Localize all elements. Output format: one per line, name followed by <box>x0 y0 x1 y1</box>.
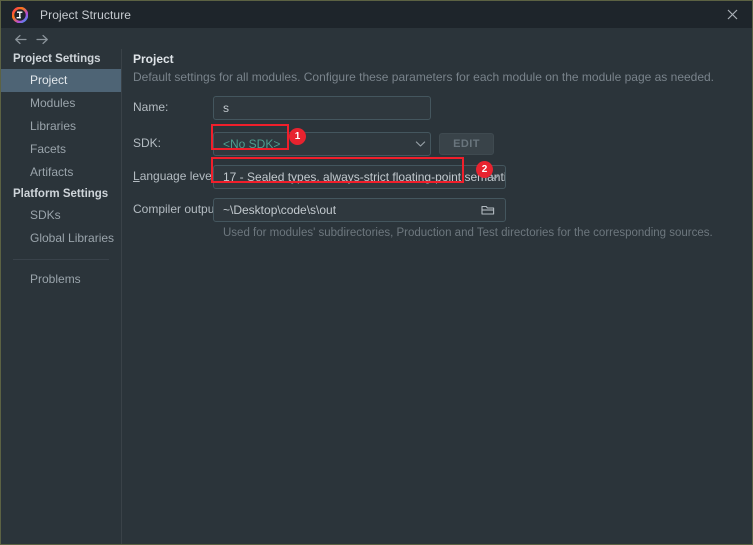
compiler-output-row: Compiler output: ~\Desktop\code\s\out <box>123 198 752 222</box>
arrow-right-icon[interactable] <box>34 31 50 47</box>
sidebar-group-platform-settings: Platform Settings <box>13 188 109 200</box>
language-level-combo[interactable]: 17 - Sealed types, always-strict floatin… <box>213 165 506 189</box>
sidebar-divider <box>13 259 109 260</box>
sidebar-item-libraries[interactable]: Libraries <box>1 115 121 138</box>
annotation-badge-1: 1 <box>289 128 306 145</box>
title-bar: Project Structure <box>1 1 752 28</box>
sidebar-item-project[interactable]: Project <box>1 69 121 92</box>
name-input[interactable]: s <box>213 96 431 120</box>
sidebar-group-project-settings: Project Settings <box>13 53 101 65</box>
intellij-idea-icon <box>11 6 29 23</box>
close-icon[interactable] <box>712 1 752 28</box>
sidebar-item-facets[interactable]: Facets <box>1 138 121 161</box>
language-level-row: Language level: 17 - Sealed types, alway… <box>123 165 752 189</box>
sidebar-item-global-libraries[interactable]: Global Libraries <box>1 227 121 250</box>
sdk-row: SDK: <No SDK> EDIT <box>123 132 752 156</box>
project-structure-dialog: Project Structure Project Settings Proje… <box>0 0 753 545</box>
sidebar-item-problems[interactable]: Problems <box>1 268 121 291</box>
language-level-label-rest: anguage level: <box>139 169 218 183</box>
folder-icon[interactable] <box>477 199 499 221</box>
language-level-mnemonic: L <box>133 169 140 183</box>
page-title: Project <box>133 52 174 66</box>
compiler-output-hint: Used for modules' subdirectories, Produc… <box>223 227 713 239</box>
name-row: Name: s <box>123 96 752 120</box>
sidebar-item-sdks[interactable]: SDKs <box>1 204 121 227</box>
chevron-down-icon[interactable] <box>413 137 427 151</box>
sidebar-item-artifacts[interactable]: Artifacts <box>1 161 121 184</box>
compiler-output-label: Compiler output: <box>133 202 222 216</box>
language-level-label: Language level: <box>133 169 218 183</box>
sdk-label: SDK: <box>133 136 162 150</box>
sdk-combo[interactable]: <No SDK> <box>213 132 431 156</box>
name-label: Name: <box>133 100 169 114</box>
edit-sdk-button[interactable]: EDIT <box>439 133 494 155</box>
window-title: Project Structure <box>40 7 132 22</box>
arrow-left-icon[interactable] <box>12 31 28 47</box>
project-settings-panel: Project Default settings for all modules… <box>123 49 752 544</box>
compiler-output-input[interactable]: ~\Desktop\code\s\out <box>213 198 506 222</box>
settings-sidebar: Project Settings Project Modules Librari… <box>1 49 122 544</box>
page-subtitle: Default settings for all modules. Config… <box>133 70 715 84</box>
annotation-badge-2: 2 <box>476 161 493 178</box>
navigation-bar <box>1 28 752 49</box>
sidebar-item-modules[interactable]: Modules <box>1 92 121 115</box>
